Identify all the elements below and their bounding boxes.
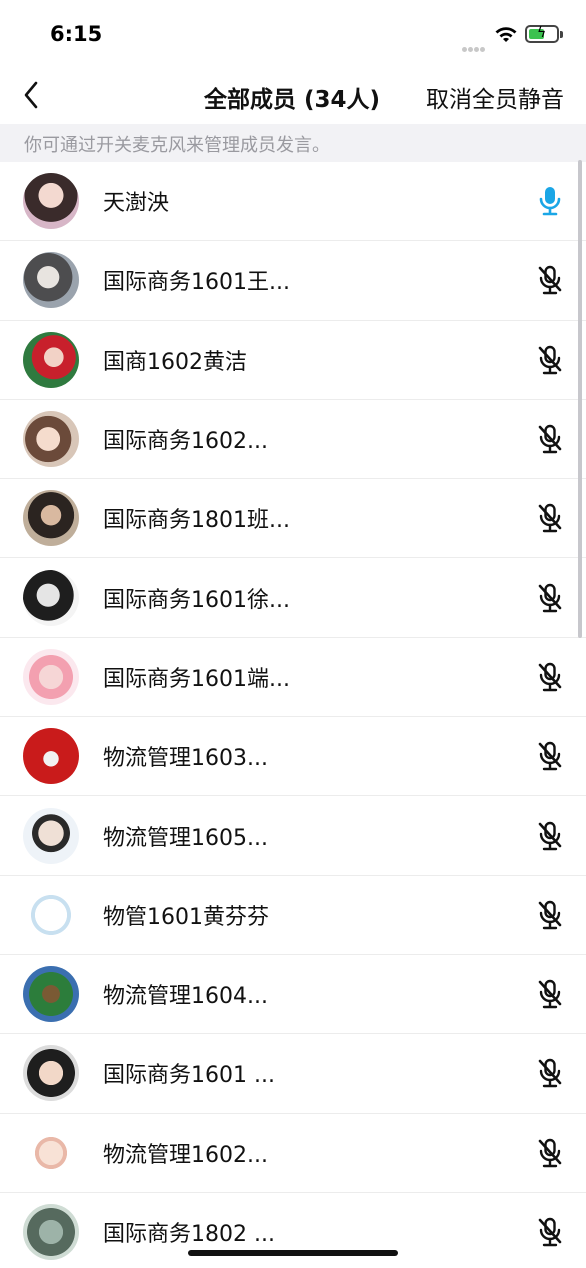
battery-icon: ϟ: [525, 25, 563, 43]
member-name: 物流管理1605...: [103, 825, 268, 851]
member-row[interactable]: 国际商务1801班...: [0, 479, 586, 559]
microphone-muted-icon[interactable]: [535, 263, 565, 297]
member-list[interactable]: 天澍泱国际商务1601王... 国商1602黄洁 国际商务1602... 国际商务18…: [0, 162, 586, 1268]
wifi-icon: [494, 24, 518, 44]
avatar: [23, 1204, 79, 1260]
status-bar: 6:15 ϟ: [0, 0, 586, 68]
member-name: 国际商务1801班...: [103, 508, 290, 534]
member-row[interactable]: 国商1602黄洁: [0, 321, 586, 400]
microphone-muted-icon[interactable]: [535, 977, 565, 1011]
microphone-muted-icon[interactable]: [535, 1215, 565, 1249]
member-name: 国际商务1601端...: [103, 666, 290, 692]
microphone-muted-icon[interactable]: [535, 1136, 565, 1170]
member-row[interactable]: 国际商务1602...: [0, 400, 586, 480]
microphone-muted-icon[interactable]: [535, 819, 565, 853]
member-name: 国际商务1601徐...: [103, 587, 290, 613]
member-row[interactable]: 国际商务1601端...: [0, 638, 586, 718]
scrollbar[interactable]: [578, 160, 582, 638]
avatar: [23, 966, 79, 1023]
back-button[interactable]: [14, 76, 48, 114]
microphone-muted-icon[interactable]: [535, 660, 565, 694]
nav-bar: 全部成员 (34人) 取消全员静音: [0, 68, 586, 124]
avatar: [23, 1045, 79, 1102]
avatar: [23, 886, 79, 943]
chevron-left-icon: [24, 81, 38, 109]
member-row[interactable]: 天澍泱: [0, 162, 586, 242]
member-name: 物流管理1602...: [103, 1142, 268, 1168]
unmute-all-button[interactable]: 取消全员静音: [426, 80, 564, 114]
avatar: [23, 807, 79, 864]
member-name: 天澍泱: [103, 191, 170, 217]
signal-icon: [462, 37, 490, 52]
member-row[interactable]: 物流管理1602...: [0, 1114, 586, 1193]
microphone-muted-icon[interactable]: [535, 501, 565, 535]
member-row[interactable]: 物流管理1604...: [0, 955, 586, 1035]
microphone-muted-icon[interactable]: [535, 1056, 565, 1090]
member-name: 物管1601黄芬芬: [103, 904, 269, 930]
avatar: [23, 411, 79, 468]
home-indicator[interactable]: [188, 1250, 398, 1256]
page-title: 全部成员 (34人): [204, 87, 381, 113]
member-name: 物流管理1603...: [103, 746, 268, 772]
member-row[interactable]: 国际商务1601王...: [0, 241, 586, 321]
member-name: 国商1602黄洁: [103, 349, 247, 375]
hint-text: 你可通过开关麦克风来管理成员发言。: [24, 135, 330, 156]
hint-banner: 你可通过开关麦克风来管理成员发言。: [0, 124, 586, 162]
member-name: 国际商务1601 ...: [103, 1063, 275, 1089]
microphone-muted-icon[interactable]: [535, 422, 565, 456]
member-name: 物流管理1604...: [103, 984, 268, 1010]
member-row[interactable]: 物流管理1603...: [0, 717, 586, 797]
member-row[interactable]: 国际商务1601徐...: [0, 558, 586, 638]
avatar: [23, 648, 79, 705]
microphone-icon[interactable]: [535, 184, 565, 218]
avatar: [23, 569, 79, 626]
avatar: [23, 331, 79, 388]
member-name: 国际商务1602...: [103, 429, 268, 455]
member-row[interactable]: 国际商务1601 ...: [0, 1034, 586, 1114]
avatar: [23, 252, 79, 309]
member-row[interactable]: 物流管理1605...: [0, 796, 586, 876]
member-name: 国际商务1802 ...: [103, 1222, 275, 1247]
avatar: [23, 490, 79, 547]
microphone-muted-icon[interactable]: [535, 581, 565, 615]
member-name: 国际商务1601王...: [103, 270, 290, 296]
avatar: [23, 1124, 79, 1181]
member-row[interactable]: 国际商务1802 ...: [0, 1193, 586, 1268]
member-row[interactable]: 物管1601黄芬芬: [0, 876, 586, 955]
microphone-muted-icon[interactable]: [535, 739, 565, 773]
avatar: [23, 728, 79, 785]
microphone-muted-icon[interactable]: [535, 343, 565, 377]
microphone-muted-icon[interactable]: [535, 898, 565, 932]
status-time: 6:15: [50, 22, 103, 46]
avatar: [23, 173, 79, 230]
